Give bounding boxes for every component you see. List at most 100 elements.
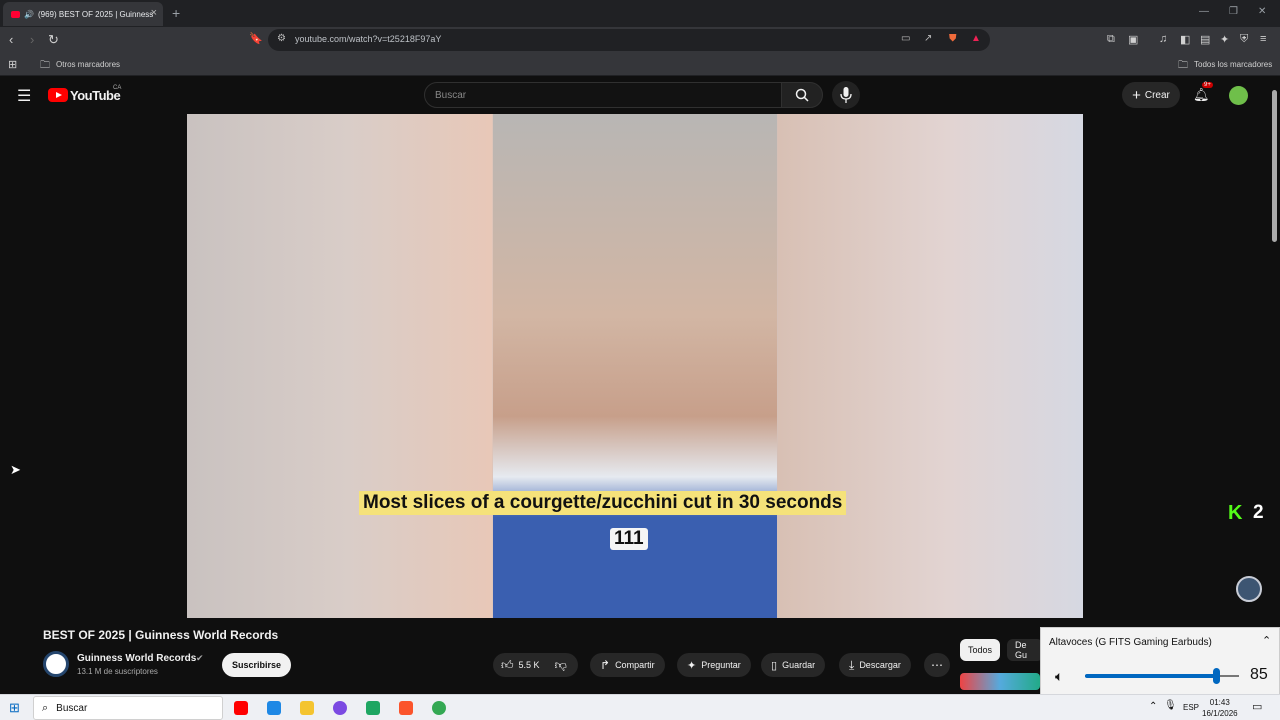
folder-icon: 🗀	[1178, 60, 1188, 71]
create-label: Crear	[1144, 89, 1170, 101]
notification-badge: 9+	[1202, 82, 1213, 88]
music-icon[interactable]: ♫	[1159, 33, 1167, 45]
clock-date: 16/1/2026	[1202, 709, 1238, 718]
taskbar-search[interactable]: ⌕ Buscar	[33, 696, 223, 720]
chip-channel[interactable]: De Gu	[1007, 639, 1043, 661]
new-tab-button[interactable]: +	[172, 5, 180, 21]
channel-name[interactable]: Guinness World Records	[77, 653, 196, 664]
download-button[interactable]: ⤓ Descargar	[839, 653, 911, 677]
vpn-icon[interactable]: ⛨	[1240, 33, 1248, 46]
android-app-icon[interactable]	[366, 701, 380, 715]
minimize-icon[interactable]: —	[1199, 6, 1209, 17]
browser-tab-bar: 🔊 (969) BEST OF 2025 | Guinness × + — ❐ …	[0, 0, 1280, 27]
forward-icon[interactable]: ›	[30, 32, 34, 47]
cast-icon[interactable]: ▭	[901, 33, 910, 44]
close-window-icon[interactable]: ✕	[1258, 6, 1266, 17]
clock[interactable]: 01:43 16/1/2026	[1202, 697, 1238, 719]
recommended-thumbnail[interactable]	[960, 673, 1040, 690]
bookmark-all[interactable]: Todos los marcadores	[1194, 60, 1272, 69]
speaker-icon: 🔊	[24, 9, 34, 19]
brave-shield-icon[interactable]: ⛊	[949, 33, 957, 44]
video-title: BEST OF 2025 | Guinness World Records	[43, 628, 279, 642]
user-avatar[interactable]	[1229, 86, 1248, 105]
search-icon	[795, 88, 809, 102]
microphone-icon	[840, 87, 852, 103]
file-explorer-icon[interactable]	[300, 701, 314, 715]
youtube-app-icon[interactable]	[234, 701, 248, 715]
bookmark-other[interactable]: Otros marcadores	[56, 60, 120, 69]
messenger-app-icon[interactable]	[333, 701, 347, 715]
share-icon[interactable]: ↗	[924, 33, 932, 44]
sidebar-icon[interactable]: ◧	[1180, 33, 1190, 46]
speaker-volume-icon[interactable]: 🔈︎	[1055, 668, 1063, 685]
share-label: Compartir	[615, 660, 655, 670]
sparkle-icon: ✦	[687, 659, 697, 672]
subscribe-button[interactable]: Suscribirse	[222, 653, 291, 677]
chrome-app-icon[interactable]	[432, 701, 446, 715]
back-icon[interactable]: ‹	[9, 32, 13, 47]
save-button[interactable]: ▯ Guardar	[761, 653, 826, 677]
chip-all[interactable]: Todos	[960, 639, 1001, 661]
clock-time: 01:43	[1209, 698, 1230, 707]
wallet-icon[interactable]: ▤	[1200, 33, 1210, 46]
overlay-number: 2	[1253, 502, 1264, 523]
page-scrollbar[interactable]	[1272, 90, 1277, 242]
windows-taskbar: ⊞ ⌕ Buscar ⌃ 🎙︎ ESP 01:43 16/1/2026 ▭	[0, 694, 1280, 720]
verified-icon: ✔	[196, 653, 204, 663]
ask-button[interactable]: ✦ Preguntar	[677, 653, 751, 677]
hamburger-menu-icon[interactable]: ☰	[17, 86, 31, 106]
more-actions-button[interactable]: ⋯	[924, 653, 950, 677]
create-button[interactable]: + Crear	[1122, 82, 1180, 108]
search-placeholder: Buscar	[435, 90, 467, 101]
like-icon[interactable]: 👍︎	[501, 658, 514, 673]
region-code: CA	[113, 85, 122, 91]
windows-start-icon[interactable]: ⊞	[9, 700, 20, 716]
like-count[interactable]: 5.5 K	[519, 660, 540, 670]
like-dislike-group: 👍︎ 5.5 K 👎︎	[493, 653, 578, 677]
tray-chevron-icon[interactable]: ⌃	[1149, 701, 1157, 712]
screenshot-icon[interactable]: ▣	[1128, 33, 1138, 46]
share-button[interactable]: ↱ Compartir	[590, 653, 665, 677]
bookmark-icon[interactable]: 🔖	[249, 32, 263, 45]
audio-device-label[interactable]: Altavoces (G FITS Gaming Earbuds)	[1049, 637, 1212, 648]
address-bar[interactable]: ⚙ youtube.com/watch?v=t25218F97aY ▭ ↗ ⛊ …	[268, 29, 990, 51]
browser-tab[interactable]: 🔊 (969) BEST OF 2025 | Guinness ×	[3, 2, 163, 26]
expand-chevron-icon[interactable]: ⌃	[1262, 634, 1271, 647]
subscriber-count: 13.1 M de suscriptores	[77, 667, 158, 676]
menu-icon[interactable]: ≡	[1260, 33, 1266, 45]
channel-avatar[interactable]	[43, 651, 69, 677]
brave-app-icon[interactable]	[399, 701, 413, 715]
reload-icon[interactable]: ↻	[48, 32, 59, 48]
apps-grid-icon[interactable]: ⊞	[8, 58, 17, 71]
volume-level: 85	[1250, 666, 1268, 683]
site-info-icon[interactable]: ⚙	[277, 33, 286, 44]
channel-watermark-icon[interactable]	[1236, 576, 1262, 602]
share-arrow-icon: ↱	[600, 658, 611, 672]
close-tab-icon[interactable]: ×	[151, 7, 157, 19]
volume-slider-thumb[interactable]	[1212, 668, 1220, 684]
rewards-icon[interactable]: ▲	[971, 33, 981, 44]
search-button[interactable]	[781, 82, 823, 108]
dislike-icon[interactable]: 👎︎	[555, 658, 567, 673]
notifications-tray-icon[interactable]: ▭	[1252, 700, 1262, 713]
search-icon: ⌕	[42, 701, 49, 714]
youtube-favicon-icon	[11, 10, 20, 18]
youtube-header: ☰ YouTube CA Buscar + Crear 🔔︎ 9+	[0, 76, 1280, 114]
search-input[interactable]: Buscar	[424, 82, 782, 108]
save-icon: ▯	[771, 659, 778, 672]
ai-icon[interactable]: ✦	[1220, 33, 1229, 46]
youtube-logo-icon[interactable]	[48, 88, 68, 102]
store-app-icon[interactable]	[267, 701, 281, 715]
microphone-tray-icon[interactable]: 🎙︎	[1164, 700, 1177, 711]
extensions-icon[interactable]: ⧉	[1107, 33, 1115, 46]
browser-toolbar: ‹ › ↻ 🔖 ⚙ youtube.com/watch?v=t25218F97a…	[0, 27, 1280, 53]
video-player[interactable]: Most slices of a courgette/zucchini cut …	[187, 114, 1083, 618]
mouse-cursor-icon: ➤	[10, 462, 21, 477]
notifications-bell-icon[interactable]: 🔔︎	[1193, 87, 1210, 103]
save-label: Guardar	[782, 660, 816, 670]
voice-search-button[interactable]	[832, 81, 860, 109]
kick-logo-icon: K	[1228, 502, 1243, 524]
volume-slider-fill	[1085, 674, 1216, 678]
maximize-icon[interactable]: ❐	[1229, 6, 1238, 17]
language-indicator[interactable]: ESP	[1183, 703, 1199, 712]
